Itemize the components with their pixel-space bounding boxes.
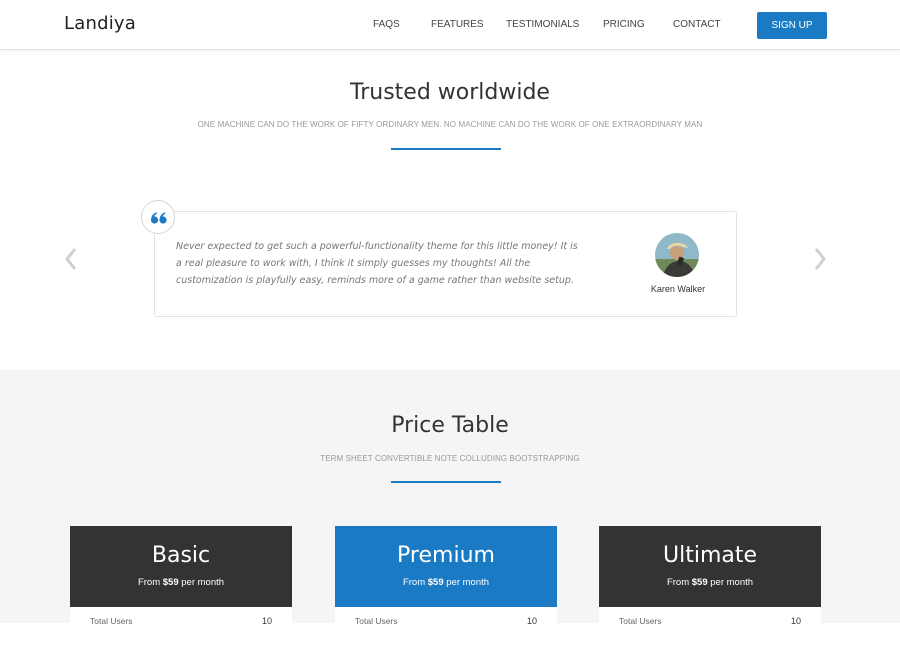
author-avatar xyxy=(655,233,699,277)
testimonials-subtitle: ONE MACHINE CAN DO THE WORK OF FIFTY ORD… xyxy=(197,120,703,129)
plan-price: From $59 per month xyxy=(402,577,490,588)
author-name: Karen Walker xyxy=(650,284,706,294)
plan-header: Premium From $59 per month xyxy=(335,526,557,607)
pricing-title: Price Table xyxy=(391,413,509,438)
feature-label: Total Users xyxy=(355,616,398,626)
feature-value: 10 xyxy=(790,616,801,626)
plan-ultimate: Ultimate From $59 per month Total Users … xyxy=(599,526,821,646)
testimonials-divider xyxy=(391,148,501,150)
feature-value: 10 xyxy=(261,616,272,626)
plan-header: Ultimate From $59 per month xyxy=(599,526,821,607)
plan-header: Basic From $59 per month xyxy=(70,526,292,607)
signup-button[interactable]: SIGN UP xyxy=(757,12,827,39)
nav-contact[interactable]: CONTACT xyxy=(673,19,721,30)
plan-price: From $59 per month xyxy=(666,577,754,588)
plan-feature-row: Total Users 10 xyxy=(335,607,557,647)
plan-feature-row: Total Users 10 xyxy=(599,607,821,647)
pricing-subtitle: TERM SHEET CONVERTIBLE NOTE COLLUDING BO… xyxy=(320,454,580,463)
plan-name: Basic xyxy=(151,543,211,568)
nav-testimonials[interactable]: TESTIMONIALS xyxy=(506,19,579,30)
nav-pricing[interactable]: PRICING xyxy=(603,19,645,30)
quote-icon xyxy=(141,200,175,234)
navbar: Landiya FAQS FEATURES TESTIMONIALS PRICI… xyxy=(0,0,900,50)
testimonial-quote: Never expected to get such a powerful-fu… xyxy=(176,241,578,286)
plan-basic: Basic From $59 per month Total Users 10 xyxy=(70,526,292,646)
feature-value: 10 xyxy=(526,616,537,626)
plan-name: Ultimate xyxy=(662,543,758,568)
testimonials-title: Trusted worldwide xyxy=(350,80,550,105)
feature-label: Total Users xyxy=(90,616,133,626)
plan-feature-row: Total Users 10 xyxy=(70,607,292,647)
plan-price: From $59 per month xyxy=(137,577,225,588)
nav-faqs[interactable]: FAQS xyxy=(373,19,400,30)
brand-logo[interactable]: Landiya xyxy=(64,13,136,34)
chevron-left-icon[interactable] xyxy=(63,246,79,272)
plan-premium: Premium From $59 per month Total Users 1… xyxy=(335,526,557,646)
chevron-right-icon[interactable] xyxy=(812,246,828,272)
plan-name: Premium xyxy=(397,543,495,568)
feature-label: Total Users xyxy=(619,616,662,626)
pricing-divider xyxy=(391,481,501,483)
nav-features[interactable]: FEATURES xyxy=(431,19,484,30)
